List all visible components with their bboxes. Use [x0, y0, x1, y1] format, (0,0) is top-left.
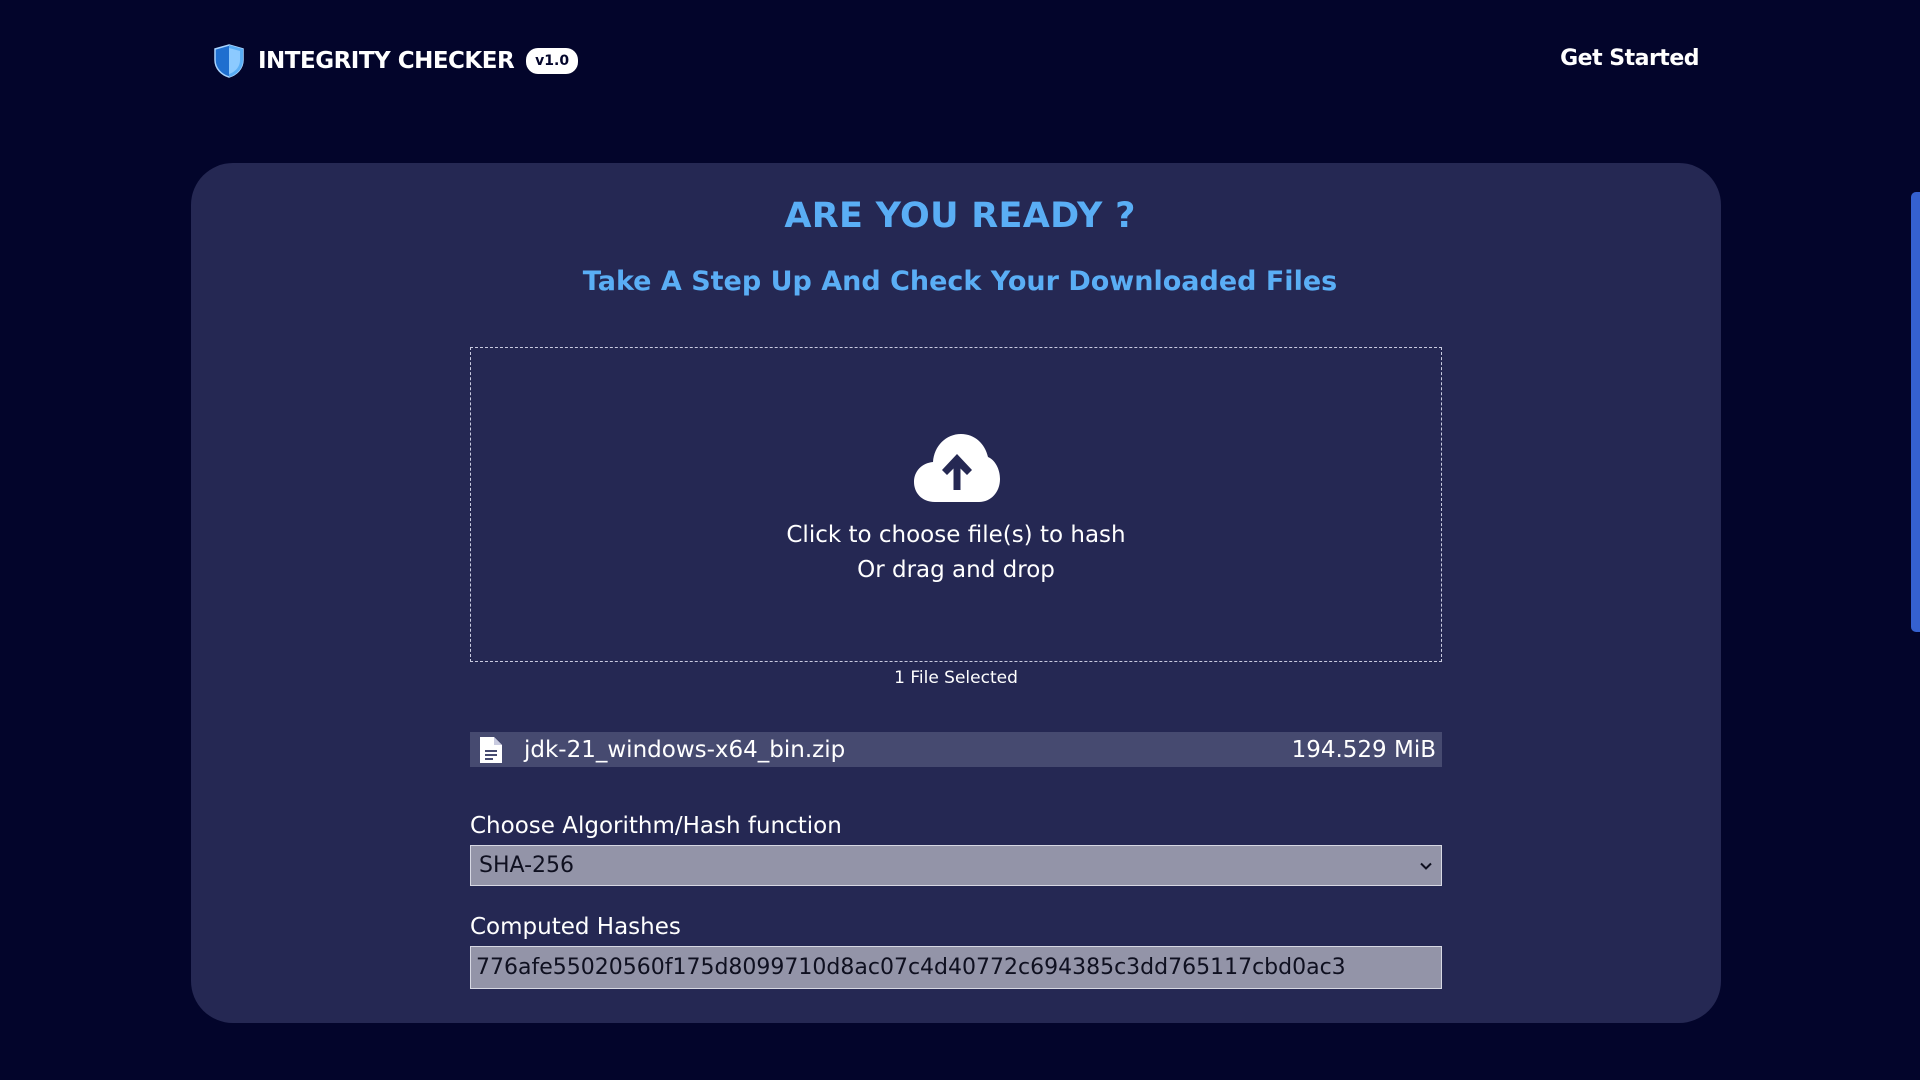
shield-icon [214, 44, 244, 78]
file-count-status: 1 File Selected [894, 668, 1018, 688]
cloud-upload-icon [914, 434, 1000, 502]
file-name: jdk-21_windows-x64_bin.zip [524, 736, 846, 763]
algorithm-select[interactable]: SHA-256 [470, 845, 1442, 886]
version-badge: v1.0 [526, 48, 579, 74]
top-header: INTEGRITY CHECKER v1.0 Get Started [0, 0, 1920, 120]
page-heading: ARE YOU READY ? [784, 196, 1136, 236]
brand-name: INTEGRITY CHECKER [258, 48, 515, 74]
computed-hash-value: 776afe55020560f175d8099710d8ac07c4d40772… [476, 955, 1346, 980]
dropzone-instruction: Click to choose file(s) to hash [786, 522, 1126, 548]
file-size: 194.529 MiB [1291, 736, 1436, 763]
dropzone-drag-hint: Or drag and drop [857, 557, 1055, 583]
page-subheading: Take A Step Up And Check Your Downloaded… [582, 266, 1338, 297]
algorithm-selected-value: SHA-256 [479, 853, 575, 878]
get-started-link[interactable]: Get Started [1560, 46, 1699, 71]
file-icon [480, 736, 502, 763]
scrollbar-thumb[interactable] [1911, 192, 1920, 632]
algorithm-label: Choose Algorithm/Hash function [470, 813, 842, 839]
brand-logo[interactable]: INTEGRITY CHECKER v1.0 [213, 44, 579, 78]
file-dropzone[interactable]: Click to choose file(s) to hash Or drag … [470, 347, 1442, 662]
chevron-down-icon [1420, 862, 1432, 870]
computed-hash-field[interactable]: 776afe55020560f175d8099710d8ac07c4d40772… [470, 946, 1442, 989]
computed-hashes-label: Computed Hashes [470, 914, 681, 940]
file-list-item: jdk-21_windows-x64_bin.zip 194.529 MiB [470, 732, 1442, 767]
